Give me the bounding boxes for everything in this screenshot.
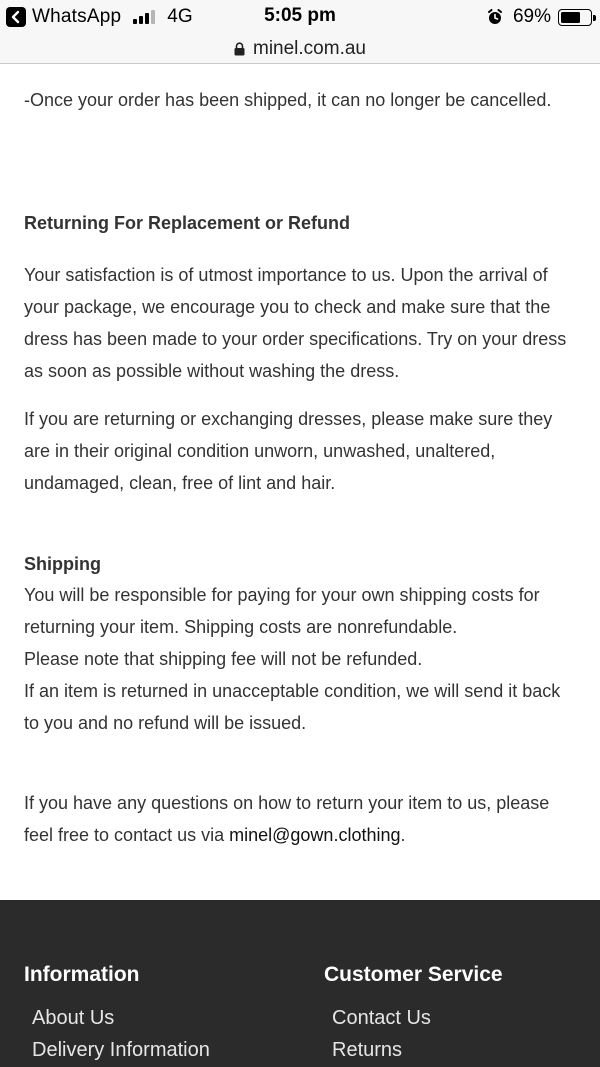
- network-type: 4G: [167, 6, 193, 27]
- site-footer: Information About Us Delivery Informatio…: [0, 900, 600, 1067]
- battery-icon: [558, 8, 596, 26]
- contact-email-link[interactable]: minel@gown.clothing: [229, 825, 400, 845]
- footer-link-contact-us[interactable]: Contact Us: [332, 1007, 431, 1030]
- footer-link-delivery-information[interactable]: Delivery Information: [32, 1039, 210, 1062]
- battery-percent: 69%: [512, 6, 551, 27]
- back-chevron-icon[interactable]: [6, 7, 26, 27]
- footer-link-returns[interactable]: Returns: [332, 1039, 402, 1062]
- back-to-app[interactable]: WhatsApp 4G: [6, 5, 193, 29]
- url-text[interactable]: minel.com.au: [253, 38, 366, 60]
- cancel-note-text: -Once your order has been shipped, it ca…: [24, 90, 552, 110]
- contact-suffix: .: [400, 825, 406, 845]
- satisfaction-paragraph: Your satisfaction is of utmost importanc…: [24, 265, 567, 381]
- shipping-line-1: You will be responsible for paying for y…: [24, 585, 540, 637]
- condition-paragraph: If you are returning or exchanging dress…: [24, 409, 553, 493]
- status-bar: WhatsApp 4G 5:05 pm 69%: [0, 0, 600, 34]
- cellular-signal-icon: [133, 10, 156, 24]
- alarm-icon: [487, 9, 502, 24]
- footer-customer-service-title: Customer Service: [324, 963, 503, 986]
- back-app-label[interactable]: WhatsApp: [32, 6, 121, 28]
- battery-level-fill: [561, 11, 581, 23]
- contact-paragraph: If you have any questions on how to retu…: [24, 787, 580, 851]
- shipping-line-3: If an item is returned in unacceptable c…: [24, 681, 561, 733]
- shipping-line-2: Please note that shipping fee will not b…: [24, 649, 423, 669]
- lock-icon: [234, 41, 245, 55]
- cancel-note: -Once your order has been shipped, it ca…: [24, 84, 580, 116]
- footer-information-title: Information: [24, 963, 140, 986]
- shipping-heading: Shipping: [24, 554, 101, 574]
- returning-heading: Returning For Replacement or Refund: [24, 213, 351, 233]
- footer-link-about-us[interactable]: About Us: [32, 1007, 114, 1030]
- address-bar[interactable]: minel.com.au: [0, 34, 600, 64]
- shipping-block: You will be responsible for paying for y…: [24, 579, 580, 739]
